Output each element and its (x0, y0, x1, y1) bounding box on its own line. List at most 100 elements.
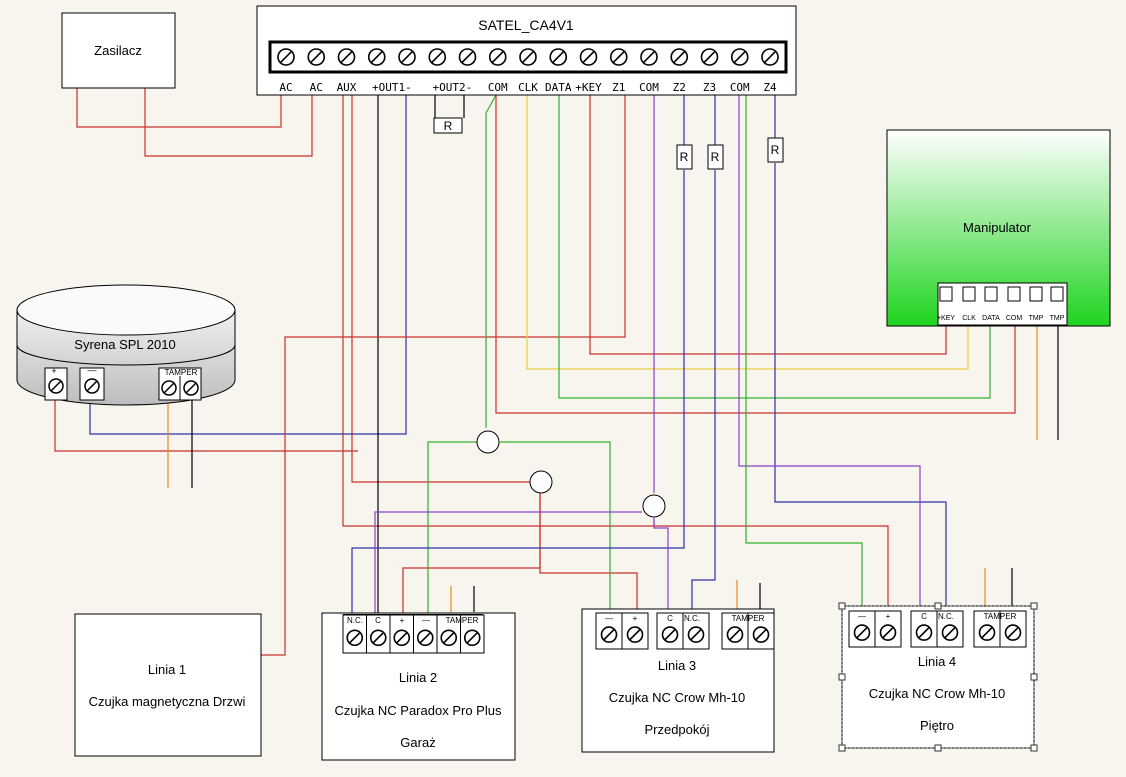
zone4-screw (915, 624, 933, 641)
selection-handle[interactable] (934, 744, 942, 752)
wiring-diagram: R R R R Zasilacz SATEL_CA4V1 AC AC AUX +OUT… (16, 5, 1111, 761)
controller-terminal-label: +OUT2- (433, 81, 473, 94)
controller-screw-1 (307, 48, 326, 66)
zone4-screw (1004, 624, 1022, 641)
controller-screw-0 (277, 48, 295, 66)
zone1-desc: Czujka magnetyczna Drzwi (89, 694, 246, 709)
zone2-screw (346, 629, 364, 647)
zone3-screw (726, 626, 744, 643)
zone2-box: N.C. C + — TAMPER Linia 2 Czujka NC Paradox … (321, 612, 516, 761)
controller-terminal-label: CLK (518, 81, 538, 94)
wire-z2 (351, 170, 685, 615)
zone4-screw (941, 624, 959, 641)
siren: Syrena SPL 2010 + — TAMPER (16, 284, 236, 406)
zone2-terminals: N.C. C + — TAMPER (342, 614, 485, 654)
siren-terminal-tamper: TAMPER (158, 367, 202, 401)
keypad-terminal-box (984, 286, 998, 302)
controller-terminal-label: Z1 (612, 81, 625, 94)
junction-1 (476, 430, 500, 454)
controller-title: SATEL_CA4V1 (478, 17, 574, 33)
controller-terminal-label: Z3 (703, 81, 716, 94)
zone4-terminal-label: C (921, 612, 927, 621)
zone1-box: Linia 1 Czujka magnetyczna Drzwi (74, 613, 262, 757)
resistor-z3: R (711, 150, 720, 164)
zone3-terminals: — + C N.C. TAMPER (595, 612, 775, 650)
zone3-terminal-label: + (633, 614, 638, 623)
selection-handle[interactable] (838, 744, 846, 752)
zone2-screw (440, 629, 458, 647)
keypad-terminal-box (1007, 286, 1021, 302)
zone4-place: Piętro (920, 718, 954, 733)
controller-terminal-label: Z4 (763, 81, 777, 94)
zone3-terminal-label: TAMPER (732, 614, 765, 623)
zone3-line: Linia 3 (658, 658, 696, 673)
controller-terminal-labels: AC AC AUX +OUT1- +OUT2- COM CLK DATA +KEY Z1 COM Z2… (279, 81, 777, 94)
controller-screw-6 (458, 48, 477, 66)
wire-zone1 (256, 95, 626, 656)
junction-3 (642, 494, 666, 518)
controller-screw-14 (700, 48, 719, 66)
zone4-desc: Czujka NC Crow Mh-10 (869, 686, 1006, 701)
wire-aux-zone3 (351, 95, 638, 615)
resistor-z2: R (680, 150, 689, 164)
wire-com-zone3 (427, 94, 611, 615)
zone4-line: Linia 4 (918, 654, 956, 669)
resistor-out2: R (444, 119, 453, 133)
wire-out2-resistor (434, 95, 465, 118)
siren-terminal-minus: — (79, 365, 105, 401)
selection-handle[interactable] (934, 602, 942, 610)
controller-terminal-label: AC (279, 81, 292, 94)
zone2-terminal-label: — (422, 616, 430, 625)
keypad-terminal-label: DATA (982, 315, 1000, 322)
zone2-terminal-label: + (400, 616, 405, 625)
wire-com-zone2-purple (653, 95, 669, 615)
power-supply: Zasilacz (61, 12, 176, 89)
controller-terminal-label: +OUT1- (372, 81, 412, 94)
zone3-screw (600, 626, 618, 643)
controller-screw-8 (519, 48, 537, 66)
zone2-place: Garaż (400, 735, 435, 750)
controller-screw-12 (640, 48, 658, 66)
siren-terminal-plus: + (44, 366, 68, 401)
resistor-z4: R (771, 143, 780, 157)
zone3-terminal-label: C (667, 614, 673, 623)
controller-screw-7 (488, 48, 507, 66)
controller-screw-13 (670, 48, 689, 66)
controller-terminal-label: AUX (337, 81, 357, 94)
selection-handle[interactable] (838, 673, 846, 681)
controller-screw-16 (761, 48, 779, 66)
keypad-terminal-label: CLK (962, 315, 976, 322)
zone2-screw (369, 629, 387, 647)
selection-handle[interactable] (1030, 744, 1038, 752)
selection-handle[interactable] (1030, 602, 1038, 610)
wire-ac2 (144, 88, 313, 157)
keypad-terminal-label: COM (1006, 315, 1023, 322)
zone2-terminal-label: C (375, 616, 381, 625)
zone2-screw (393, 629, 411, 647)
zone3-box: — + C N.C. TAMPER Linia 3 Czujka NC Crow Mh-… (581, 608, 775, 753)
zone4-terminal-label: N.C. (938, 612, 954, 621)
controller-screw-11 (609, 48, 628, 66)
keypad-terminal-label: TMP (1029, 315, 1044, 322)
zone3-screw (752, 626, 770, 643)
controller-terminal-label: COM (639, 81, 659, 94)
controller-screw-9 (549, 48, 568, 66)
wire-com-zone2b (374, 511, 642, 615)
keypad-terminal-label: TMP (1050, 315, 1065, 322)
selection-handle[interactable] (1030, 673, 1038, 681)
zone4-terminal-label: + (886, 612, 891, 621)
zone4-screw (853, 624, 871, 641)
controller-screw-5 (428, 48, 447, 66)
zone3-terminal-label: — (605, 614, 613, 623)
zone2-terminal-label: TAMPER (446, 616, 479, 625)
power-supply-label: Zasilacz (94, 43, 142, 58)
controller-terminal-label: COM (488, 81, 508, 94)
wire-ac1 (76, 88, 282, 128)
zone2-line: Linia 2 (399, 670, 437, 685)
controller-screw-10 (579, 48, 598, 66)
selection-handle[interactable] (838, 602, 846, 610)
keypad-terminal-box (1050, 286, 1064, 302)
zone2-screw (416, 629, 434, 647)
junctions (476, 430, 666, 518)
keypad-terminal-box (939, 286, 953, 302)
